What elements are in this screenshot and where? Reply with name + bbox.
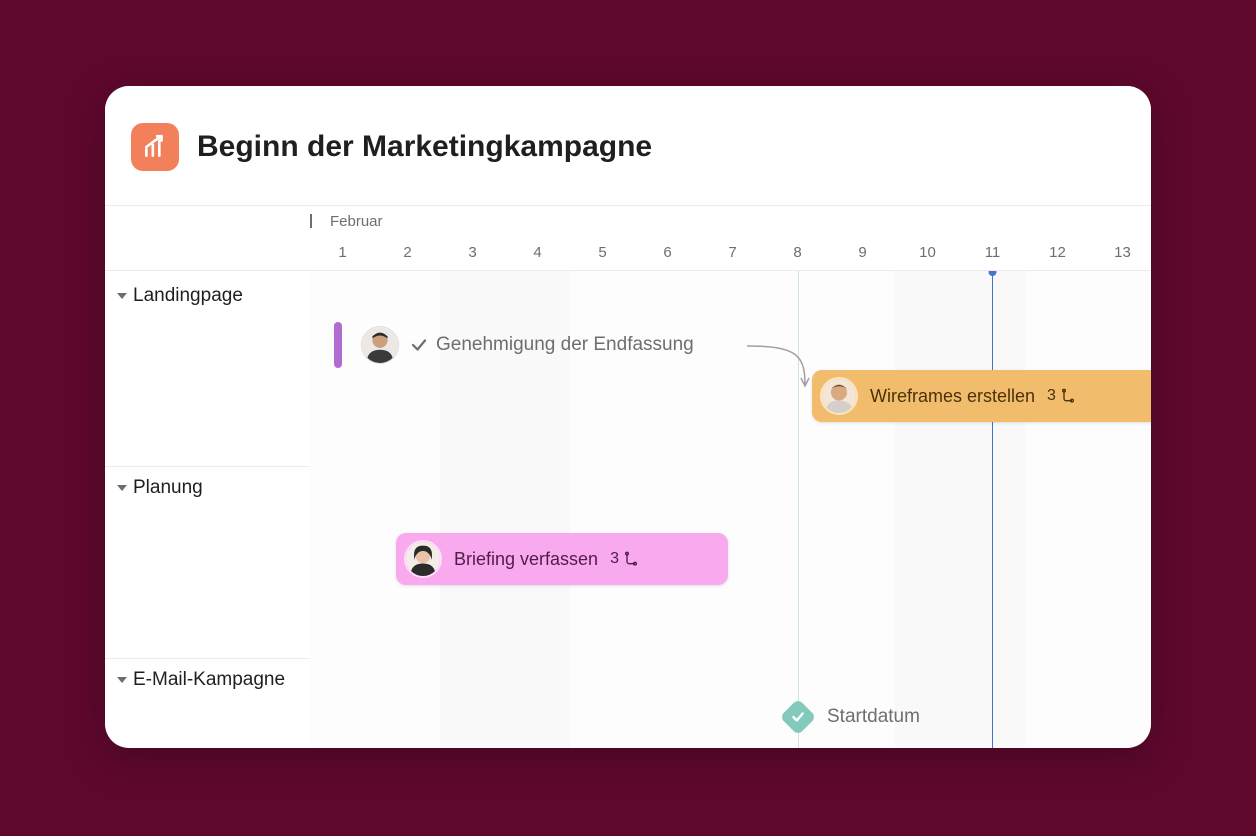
avatar <box>820 377 858 415</box>
section-divider <box>105 658 310 659</box>
timeline-grid <box>105 206 1151 748</box>
project-icon <box>131 123 179 171</box>
section-label: Planung <box>133 477 203 499</box>
day-header: 2 <box>375 244 440 261</box>
task-wireframes[interactable]: Wireframes erstellen 3 <box>812 370 1151 422</box>
growth-chart-icon <box>142 134 168 160</box>
day-header: 9 <box>830 244 895 261</box>
subtask-icon <box>623 551 639 567</box>
caret-down-icon <box>117 677 127 683</box>
day-header: 11 <box>960 244 1025 261</box>
day-header: 3 <box>440 244 505 261</box>
day-header: 12 <box>1025 244 1090 261</box>
check-icon <box>791 710 805 724</box>
column-shade <box>310 206 1151 748</box>
day-header: 7 <box>700 244 765 261</box>
subtask-count: 3 <box>610 550 639 568</box>
section-divider <box>105 466 310 467</box>
day-header: 4 <box>505 244 570 261</box>
subtask-count: 3 <box>1047 387 1076 405</box>
caret-down-icon <box>117 485 127 491</box>
task-label: Genehmigung der Endfassung <box>436 334 694 356</box>
day-header: 13 <box>1090 244 1151 261</box>
day-header: 6 <box>635 244 700 261</box>
subtask-icon <box>1060 388 1076 404</box>
day-header: 1 <box>310 244 375 261</box>
day-header: 8 <box>765 244 830 261</box>
caret-down-icon <box>117 293 127 299</box>
section-toggle-email[interactable]: E-Mail-Kampagne <box>117 669 285 691</box>
task-label: Wireframes erstellen <box>870 386 1035 407</box>
milestone-label: Startdatum <box>827 706 920 728</box>
day-header: 5 <box>570 244 635 261</box>
check-icon <box>410 336 428 354</box>
month-tick <box>310 214 312 228</box>
task-briefing[interactable]: Briefing verfassen 3 <box>396 533 728 585</box>
section-toggle-landingpage[interactable]: Landingpage <box>117 285 243 307</box>
timeline-axis: Februar 1 2 3 4 5 6 7 8 9 10 11 12 13 <box>105 206 1151 271</box>
task-label: Briefing verfassen <box>454 549 598 570</box>
section-label: E-Mail-Kampagne <box>133 669 285 691</box>
task-handle[interactable] <box>334 322 342 368</box>
project-title: Beginn der Marketingkampagne <box>197 130 652 164</box>
avatar <box>404 540 442 578</box>
today-line <box>992 271 993 748</box>
section-toggle-planung[interactable]: Planung <box>117 477 203 499</box>
task-approval[interactable]: Genehmigung der Endfassung <box>410 334 694 356</box>
app-card: Februar 1 2 3 4 5 6 7 8 9 10 11 12 13 La… <box>105 86 1151 748</box>
day-header: 10 <box>895 244 960 261</box>
header: Beginn der Marketingkampagne <box>105 86 1151 206</box>
month-label: Februar <box>330 213 383 230</box>
milestone-guideline <box>798 271 799 748</box>
section-label: Landingpage <box>133 285 243 307</box>
avatar <box>361 326 399 364</box>
